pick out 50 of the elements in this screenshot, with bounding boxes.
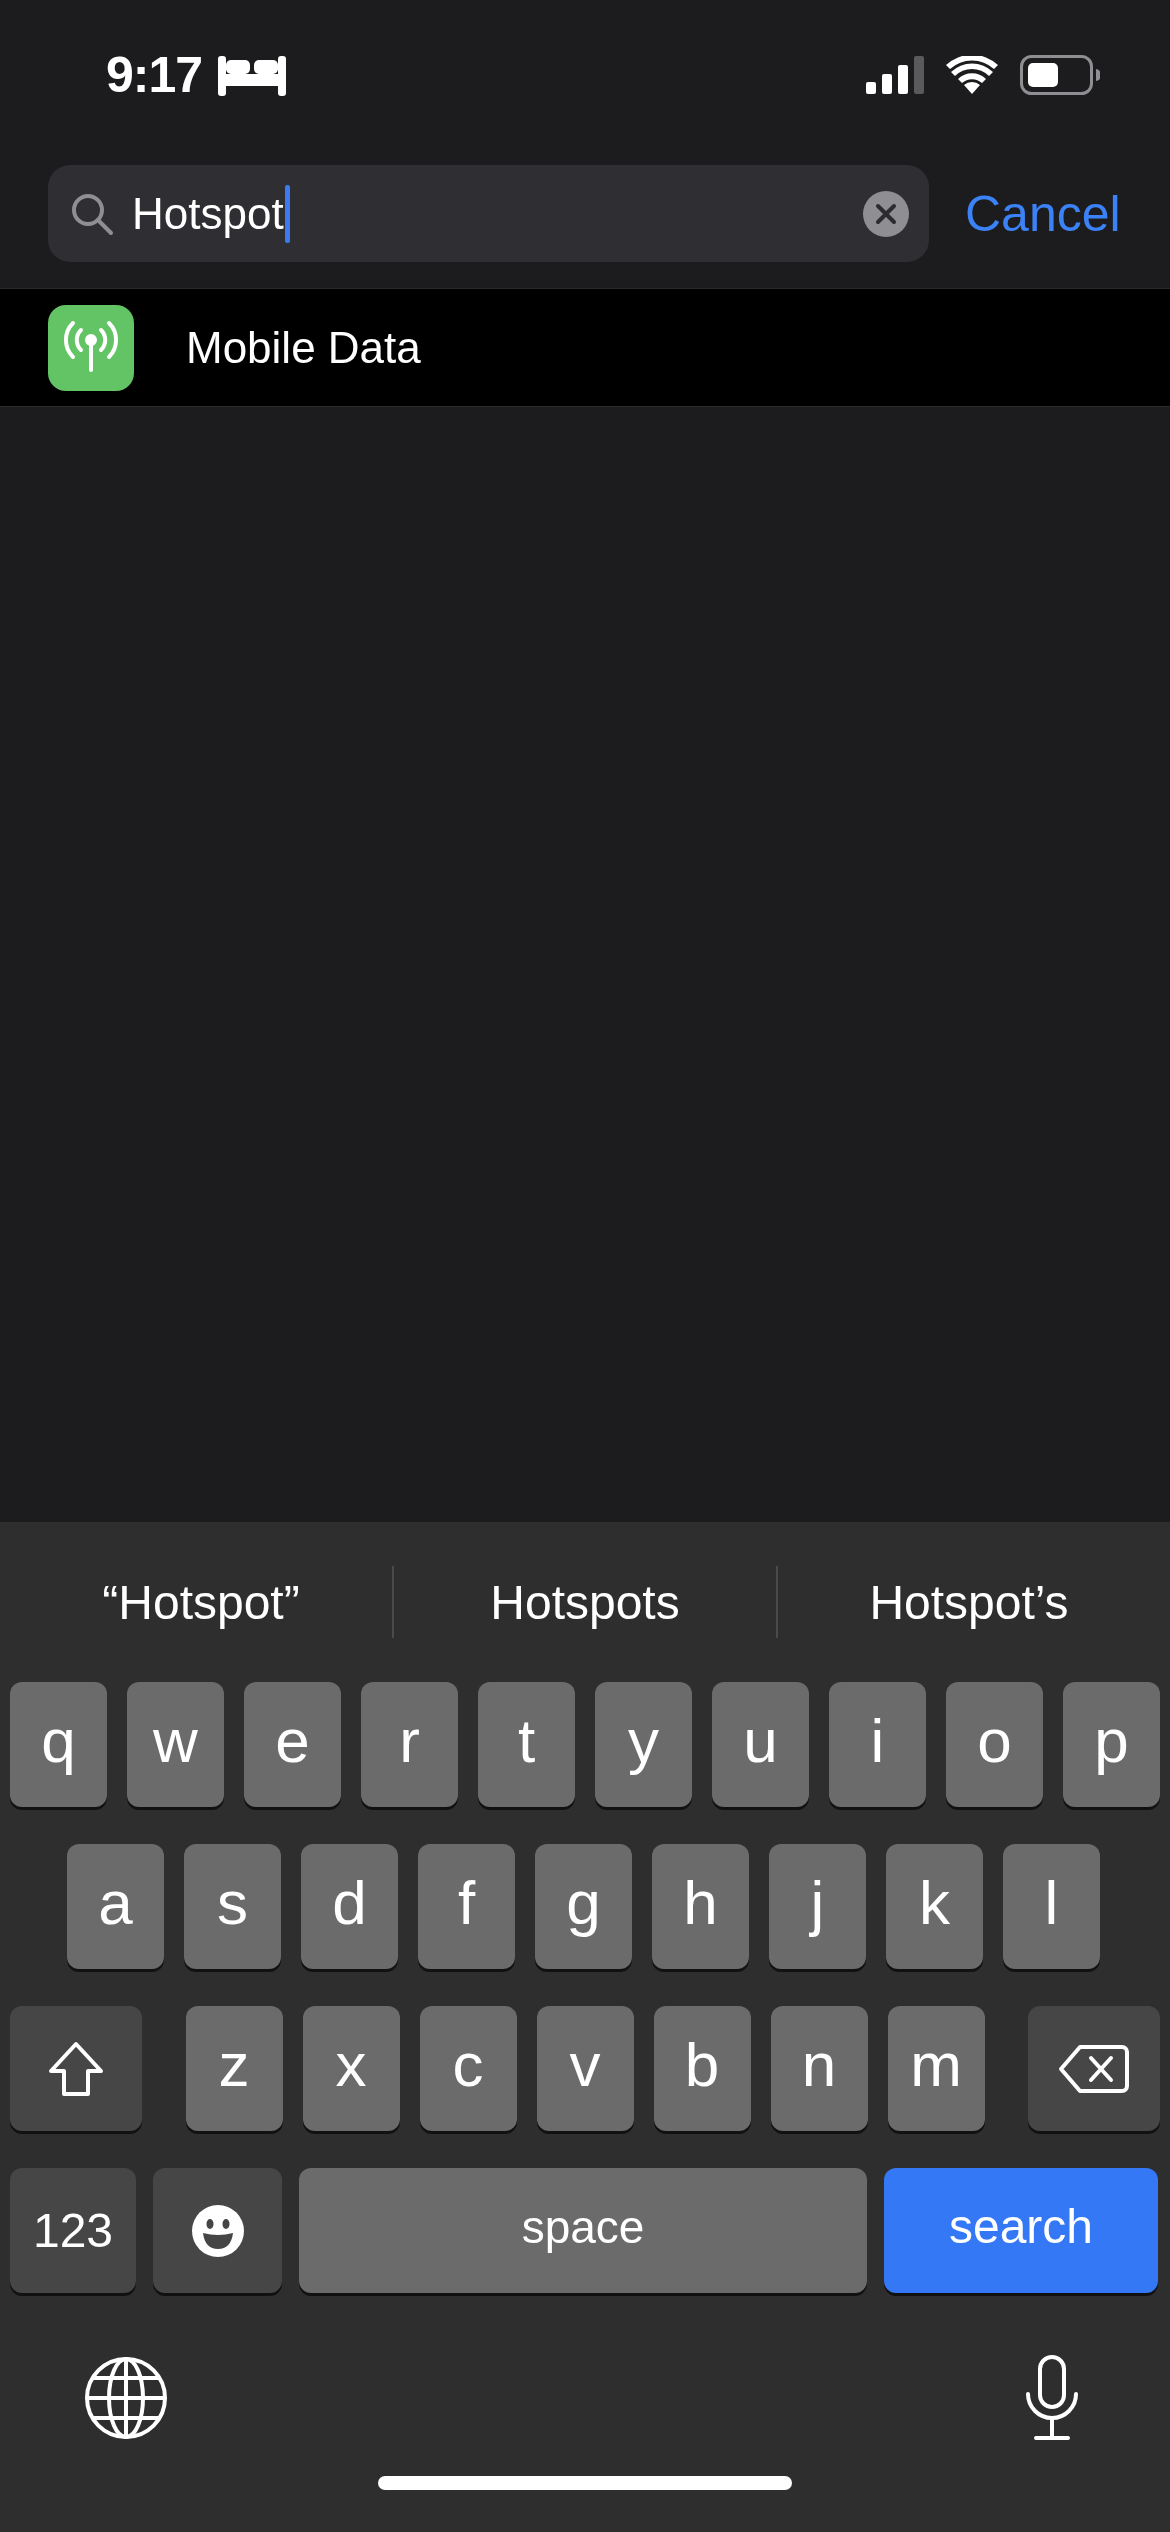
result-label: Mobile Data	[186, 322, 421, 373]
wifi-icon	[946, 56, 998, 94]
delete-icon	[1058, 2042, 1130, 2095]
letter-key[interactable]: k	[886, 1844, 983, 1969]
result-row[interactable]: Mobile Data	[0, 288, 1170, 407]
letter-key[interactable]: v	[536, 2006, 634, 2131]
letter-key[interactable]: y	[595, 1682, 692, 1807]
signal-icon	[866, 56, 924, 94]
letter-key[interactable]: g	[535, 1844, 632, 1969]
letter-key[interactable]: i	[829, 1682, 926, 1807]
search-field[interactable]: Hotspot	[48, 165, 929, 262]
globe-icon[interactable]	[84, 2356, 168, 2440]
search-icon	[70, 191, 114, 236]
emoji-key[interactable]	[153, 2168, 282, 2293]
cancel-button[interactable]: Cancel	[965, 165, 1121, 262]
battery-icon	[1020, 55, 1100, 95]
letter-key[interactable]: w	[127, 1682, 224, 1807]
letter-key[interactable]: d	[301, 1844, 398, 1969]
letter-key[interactable]: l	[1003, 1844, 1100, 1969]
antenna-icon	[48, 304, 134, 391]
space-bar[interactable]: space	[299, 2168, 867, 2293]
suggestion[interactable]: Hotspots	[394, 1552, 776, 1652]
letter-key[interactable]: t	[478, 1682, 575, 1807]
letter-key[interactable]: x	[302, 2006, 400, 2131]
letter-key[interactable]: j	[769, 1844, 866, 1969]
letter-key[interactable]: m	[887, 2006, 985, 2131]
letter-key[interactable]: n	[770, 2006, 868, 2131]
letter-key[interactable]: u	[712, 1682, 809, 1807]
letter-key[interactable]: q	[10, 1682, 107, 1807]
numbers-key[interactable]: 123	[10, 2168, 136, 2293]
shift-key[interactable]	[10, 2006, 142, 2131]
clock-time: 9:17	[106, 46, 203, 104]
letter-key[interactable]: p	[1063, 1682, 1160, 1807]
letter-key[interactable]: e	[244, 1682, 341, 1807]
letter-key[interactable]: s	[184, 1844, 281, 1969]
letter-key[interactable]: f	[418, 1844, 515, 1969]
emoji-icon	[190, 2203, 245, 2258]
clear-icon[interactable]	[863, 190, 909, 237]
letter-key[interactable]: h	[652, 1844, 749, 1969]
letter-key[interactable]: c	[419, 2006, 517, 2131]
letter-key[interactable]: a	[67, 1844, 164, 1969]
suggestion[interactable]: Hotspot’s	[778, 1552, 1160, 1652]
letter-key[interactable]: o	[946, 1682, 1043, 1807]
delete-key[interactable]	[1028, 2006, 1160, 2131]
suggestion[interactable]: “Hotspot”	[10, 1552, 392, 1652]
letter-key[interactable]: r	[361, 1682, 458, 1807]
letter-key[interactable]: z	[185, 2006, 283, 2131]
search-text: Hotspot	[132, 188, 284, 239]
search-key[interactable]: search	[884, 2168, 1158, 2293]
letter-key[interactable]: b	[653, 2006, 751, 2131]
